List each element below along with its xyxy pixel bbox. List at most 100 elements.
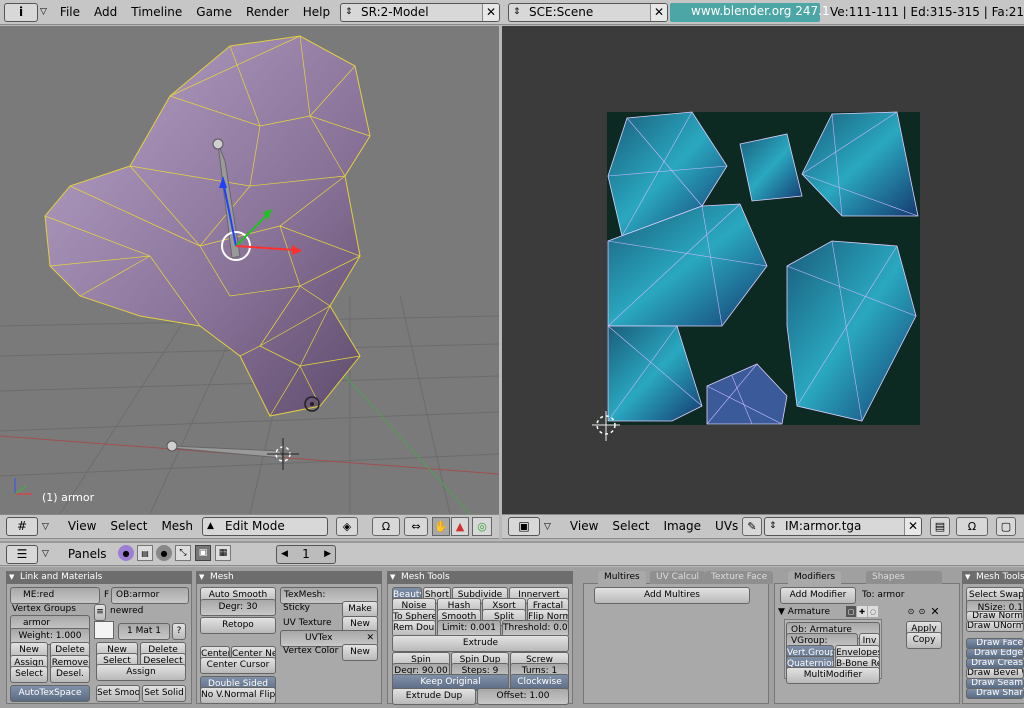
close-icon[interactable]: ✕: [930, 605, 940, 618]
mat-assign-button[interactable]: Assign: [96, 664, 186, 681]
uv-editor[interactable]: [502, 26, 1024, 514]
collapse-menu-icon[interactable]: ▽: [42, 522, 49, 532]
menu-add[interactable]: Add: [87, 0, 124, 25]
close-icon[interactable]: ✕: [482, 4, 499, 21]
menu-timeline[interactable]: Timeline: [124, 0, 189, 25]
degr-field[interactable]: Degr: 30: [200, 599, 276, 616]
pivot-icon[interactable]: Ω: [372, 517, 400, 536]
menu-uvs[interactable]: UVs: [708, 514, 745, 539]
armor-mesh: [44, 35, 371, 417]
modifier-cage-icon[interactable]: ◌: [868, 606, 878, 617]
script-icon[interactable]: ▤: [137, 545, 153, 561]
manipulator-icon[interactable]: ⇔: [404, 517, 428, 536]
editor-type-selector[interactable]: #: [6, 517, 38, 536]
offset-field[interactable]: Offset: 1.00: [477, 688, 569, 705]
vertex-color-new-button[interactable]: New: [342, 644, 378, 661]
collapse-menu-icon[interactable]: ▽: [544, 522, 551, 532]
menu-game[interactable]: Game: [189, 0, 239, 25]
mesh-name-field[interactable]: ME:red: [10, 587, 100, 604]
collapse-menu-icon[interactable]: ▽: [42, 549, 49, 559]
add-multires-button[interactable]: Add Multires: [594, 587, 750, 604]
arrow-right-icon[interactable]: ▶: [324, 546, 331, 563]
set-smooth-button[interactable]: Set Smoot: [96, 685, 140, 702]
object-icon[interactable]: ⤡: [175, 545, 191, 561]
buttons-icon: ☰: [16, 546, 28, 561]
retopo-button[interactable]: Retopo: [200, 617, 276, 634]
editing-icon[interactable]: ▣: [195, 545, 211, 561]
multimodifier-toggle[interactable]: MultiModifier: [786, 667, 880, 684]
menu-view[interactable]: View: [563, 514, 605, 539]
mesh-tools-more-title[interactable]: Mesh Tools: [962, 571, 1024, 584]
updown-arrows-icon: ⇕: [345, 7, 353, 17]
image-selector[interactable]: ⇕ IM:armor.tga ✕: [764, 517, 922, 536]
tab-uv-calculation[interactable]: UV Calcul: [650, 571, 706, 584]
occlude-icon[interactable]: ◎: [472, 517, 492, 536]
shading-icon[interactable]: ●: [156, 545, 172, 561]
tab-multires[interactable]: Multires: [598, 571, 646, 584]
hand-icon[interactable]: ✋: [432, 517, 450, 536]
viewport-3d-canvas: [0, 35, 499, 514]
panels-menu[interactable]: Panels: [61, 542, 114, 567]
viewport-3d[interactable]: (1) armor: [0, 26, 499, 514]
close-icon[interactable]: ✕: [904, 518, 921, 535]
armature-modifier-title[interactable]: ▼ Armature: [778, 606, 830, 619]
vgroup-deselect-button[interactable]: Desel.: [50, 666, 90, 683]
editor-type-selector[interactable]: i: [4, 2, 38, 22]
buttons-header: ☰ ▽ Panels: [0, 541, 1024, 566]
mode-selector[interactable]: ▲ Edit Mode: [202, 517, 328, 536]
scene-selector[interactable]: ⇕ SCE:Scene ✕: [508, 3, 668, 22]
modifier-realtime-icon[interactable]: ▢: [846, 606, 856, 617]
mesh-tools-title[interactable]: Mesh Tools: [387, 571, 573, 584]
center-cursor-button[interactable]: Center Cursor: [200, 657, 276, 674]
uv-islands: [607, 111, 919, 425]
menu-image[interactable]: Image: [656, 514, 708, 539]
menu-help[interactable]: Help: [296, 0, 337, 25]
copy-button[interactable]: Copy: [906, 632, 942, 649]
material-index[interactable]: 1 Mat 1: [118, 623, 170, 640]
pack-icon[interactable]: ▤: [930, 517, 950, 536]
no-vnormal-flip-button[interactable]: No V.Normal Flip: [200, 687, 276, 704]
arrow-left-icon[interactable]: ◀: [281, 546, 288, 563]
menu-view[interactable]: View: [61, 514, 103, 539]
modifier-editmode-icon[interactable]: ✚: [857, 606, 867, 617]
close-icon[interactable]: ✕: [650, 4, 667, 21]
scene-icon[interactable]: ▦: [215, 545, 231, 561]
draw-vnormals-toggle[interactable]: Draw UNorm: [966, 621, 1024, 632]
editor-type-selector[interactable]: ▣: [508, 517, 540, 536]
object-name-field[interactable]: OB:armor: [111, 587, 189, 604]
autotexspace-button[interactable]: AutoTexSpace: [10, 685, 90, 702]
collapse-menu-icon[interactable]: ▽: [40, 7, 47, 17]
tab-texture-face[interactable]: Texture Face: [705, 571, 774, 584]
menu-file[interactable]: File: [53, 0, 87, 25]
uv-texture-label: UV Texture: [283, 618, 332, 628]
move-down-icon[interactable]: ⊙: [917, 606, 927, 617]
material-color-swatch[interactable]: [94, 621, 114, 639]
extrude-dup-button[interactable]: Extrude Dup: [392, 688, 476, 705]
menu-mesh[interactable]: Mesh: [154, 514, 200, 539]
pin-icon[interactable]: ✎: [742, 517, 762, 536]
tab-shapes[interactable]: Shapes: [866, 571, 942, 584]
extrude-button[interactable]: Extrude: [392, 635, 569, 652]
link-materials-title[interactable]: Link and Materials: [6, 571, 192, 584]
face-select-icon[interactable]: ▲: [451, 517, 469, 536]
fake-user-label[interactable]: F: [104, 589, 109, 602]
vgroup-select-button[interactable]: Select: [10, 666, 48, 683]
pivot-icon[interactable]: Ω: [956, 517, 988, 536]
logic-icon[interactable]: ●: [118, 545, 134, 561]
add-modifier-button[interactable]: Add Modifier: [780, 587, 856, 604]
menu-select[interactable]: Select: [605, 514, 656, 539]
menu-select[interactable]: Select: [103, 514, 154, 539]
view-icon[interactable]: ▢: [996, 517, 1016, 536]
frame-counter[interactable]: ◀ 1 ▶: [276, 545, 336, 564]
tab-modifiers[interactable]: Modifiers: [788, 571, 842, 584]
set-solid-button[interactable]: Set Solid: [142, 685, 186, 702]
mat-menu-button[interactable]: ≡: [94, 604, 106, 621]
move-up-icon[interactable]: ⊙: [906, 606, 916, 617]
draw-sharp-toggle[interactable]: Draw Shar: [966, 688, 1024, 699]
mat-help-button[interactable]: ?: [172, 623, 186, 640]
editor-type-selector[interactable]: ☰: [6, 544, 38, 564]
draw-type-icon[interactable]: ◈: [336, 517, 358, 536]
mesh-title[interactable]: Mesh: [196, 571, 382, 584]
screen-selector[interactable]: ⇕ SR:2-Model ✕: [340, 3, 500, 22]
menu-render[interactable]: Render: [239, 0, 296, 25]
